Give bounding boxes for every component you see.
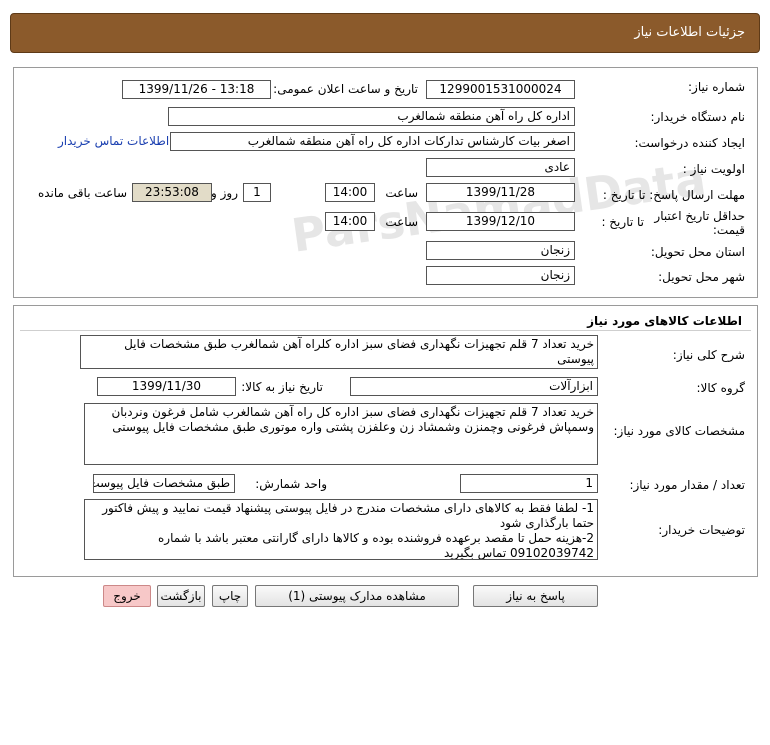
validity-to-label: تا تاریخ : — [601, 215, 644, 229]
buyer-contact-link[interactable]: اطلاعات تماس خریدار — [58, 134, 169, 148]
reply-time-label: ساعت — [385, 186, 418, 200]
goods-group-field: ابزارآلات — [350, 377, 598, 396]
province-field: زنجان — [426, 241, 575, 260]
requester-label: ایجاد کننده درخواست: — [634, 136, 745, 150]
remaining-days-field: 1 — [243, 183, 271, 202]
reply-date-field: 1399/11/28 — [426, 183, 575, 202]
need-number-label: شماره نیاز: — [688, 80, 745, 94]
city-field: زنجان — [426, 266, 575, 285]
reply-deadline-label: مهلت ارسال پاسخ: تا تاریخ : — [602, 188, 745, 202]
general-desc-field: خرید تعداد 7 قلم تجهیزات نگهداری فضای سب… — [80, 335, 598, 369]
validity-label: حداقل تاریخ اعتبار قیمت: — [654, 209, 745, 237]
buyer-notes-field: 1- لطفا فقط به کالاهای دارای مشخصات مندر… — [84, 499, 598, 560]
back-button[interactable]: بازگشت — [157, 585, 205, 607]
buyer-org-label: نام دستگاه خریدار: — [650, 110, 746, 124]
need-date-field: 1399/11/30 — [97, 377, 236, 396]
validity-time-label: ساعت — [385, 215, 418, 229]
buyer-notes-line-3: 09102039742 تماس بگیرید — [443, 546, 594, 560]
unit-field: طبق مشخصات فایل پیوست — [93, 474, 235, 493]
remaining-label: ساعت باقی مانده — [37, 186, 127, 200]
page-header: جزئیات اطلاعات نیاز — [10, 13, 760, 53]
unit-label: واحد شمارش: — [255, 477, 327, 491]
province-label: استان محل تحویل: — [650, 245, 745, 259]
qty-label: تعداد / مقدار مورد نیاز: — [629, 478, 745, 492]
reply-time-field: 14:00 — [325, 183, 375, 202]
buyer-org-field: اداره کل راه آهن منطقه شمالغرب — [168, 107, 575, 126]
page-title: جزئیات اطلاعات نیاز — [634, 25, 745, 40]
need-date-label: تاریخ نیاز به کالا: — [241, 380, 323, 394]
validity-time-field: 14:00 — [325, 212, 375, 231]
goods-section-divider — [20, 330, 751, 331]
buyer-notes-line-1: 1- لطفا فقط به کالاهای دارای مشخصات مندر… — [102, 501, 594, 530]
goods-section-title: اطلاعات کالاهای مورد نیاز — [587, 314, 742, 328]
spec-label: مشخصات کالای مورد نیاز: — [613, 424, 745, 438]
remaining-time-field: 23:53:08 — [132, 183, 212, 202]
general-desc-label: شرح کلی نیاز: — [672, 348, 745, 362]
print-button[interactable]: چاپ — [212, 585, 248, 607]
spec-field: خرید تعداد 7 قلم تجهیزات نگهداری فضای سب… — [84, 403, 598, 465]
qty-field: 1 — [460, 474, 598, 493]
validity-date-field: 1399/12/10 — [426, 212, 575, 231]
requester-field: اصغر بیات کارشناس تدارکات اداره کل راه آ… — [170, 132, 575, 151]
days-label: روز و — [211, 186, 238, 200]
goods-group-label: گروه کالا: — [696, 381, 746, 395]
need-number-field: 1299001531000024 — [426, 80, 575, 99]
announce-label: تاریخ و ساعت اعلان عمومی: — [273, 82, 418, 96]
priority-field: عادی — [426, 158, 575, 177]
exit-button[interactable]: خروج — [103, 585, 151, 607]
need-info-panel — [13, 67, 758, 298]
buyer-notes-label: توضیحات خریدار: — [658, 523, 745, 537]
announce-field: 1399/11/26 - 13:18 — [122, 80, 271, 99]
priority-label: اولویت نیاز : — [682, 162, 745, 176]
view-attachments-button[interactable]: مشاهده مدارک پیوستی (1) — [255, 585, 459, 607]
city-label: شهر محل تحویل: — [658, 270, 745, 284]
buyer-notes-line-2: 2-هزینه حمل تا مقصد برعهده فروشنده بوده … — [158, 531, 594, 545]
reply-button[interactable]: پاسخ به نیاز — [473, 585, 598, 607]
